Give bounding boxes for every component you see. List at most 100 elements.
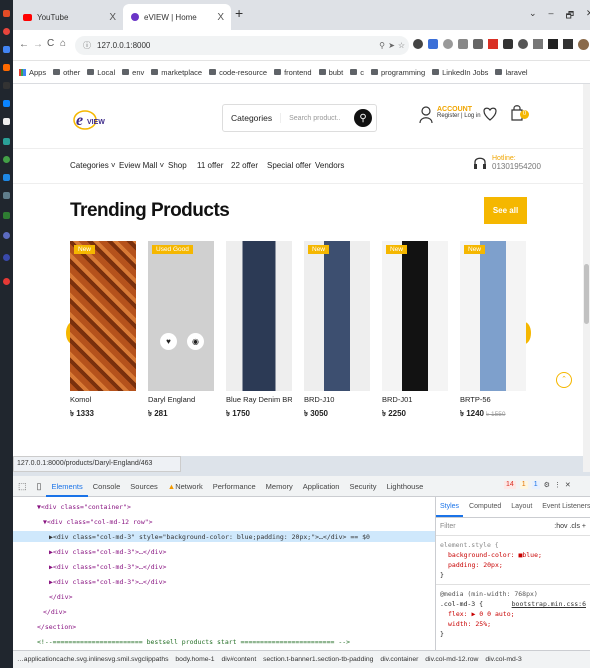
devtools-tab-elements[interactable]: Elements bbox=[46, 476, 88, 497]
add-to-wishlist-icon[interactable]: ♥ bbox=[160, 333, 177, 350]
share-icon[interactable]: ➤ bbox=[388, 36, 395, 55]
product-name[interactable]: Blue Ray Denim BRD-J... bbox=[226, 395, 292, 404]
product-name[interactable]: BRD-J10 bbox=[304, 395, 370, 404]
device-toolbar-icon[interactable]: ▯ bbox=[32, 476, 47, 497]
home-icon[interactable]: ⌂ bbox=[60, 38, 66, 49]
extension-icon[interactable] bbox=[488, 39, 498, 49]
product-card[interactable]: Blue Ray Denim BRD-J... ৳ 1750 bbox=[226, 241, 292, 421]
bookmark-star-icon[interactable]: ☆ bbox=[398, 36, 405, 55]
search-input[interactable]: Search product.. bbox=[281, 115, 354, 122]
devtools-menu-icon[interactable]: ⋮ bbox=[554, 481, 561, 489]
devtools-tab-sources[interactable]: Sources bbox=[125, 476, 163, 497]
style-property[interactable]: background-color: ■blue; bbox=[440, 550, 586, 560]
layout-tab[interactable]: Layout bbox=[507, 497, 536, 517]
dom-node[interactable]: ▶<div class="col-md-3">…</div> bbox=[49, 548, 166, 556]
styles-tab[interactable]: Styles bbox=[436, 497, 464, 517]
dom-node[interactable]: ▶<div class="col-md-3">…</div> bbox=[49, 578, 166, 586]
product-name[interactable]: BRTP-56 bbox=[460, 395, 526, 404]
extension-icon[interactable] bbox=[473, 39, 483, 49]
style-property[interactable]: padding: 20px; bbox=[440, 560, 586, 570]
scrollbar-thumb[interactable] bbox=[584, 264, 589, 324]
bookmark-apps[interactable]: Apps bbox=[19, 68, 46, 77]
app-icon[interactable] bbox=[3, 278, 10, 285]
warning-count-badge[interactable]: 1 bbox=[519, 481, 528, 489]
product-image[interactable]: Used Good ♥ ◉ bbox=[148, 241, 214, 391]
dom-node-selected[interactable]: ▶<div class="col-md-3" style="background… bbox=[49, 533, 370, 541]
settings-gear-icon[interactable]: ⚙ bbox=[544, 481, 550, 489]
nav-special-offer[interactable]: Special offer bbox=[267, 161, 311, 170]
search-button[interactable]: ⚲ bbox=[354, 109, 372, 127]
profile-avatar[interactable] bbox=[578, 39, 589, 50]
account-links[interactable]: Register | Log in bbox=[437, 113, 481, 119]
dom-node[interactable]: </div> bbox=[43, 608, 66, 616]
shield-icon[interactable] bbox=[458, 39, 468, 49]
nav-shop[interactable]: Shop bbox=[168, 161, 187, 170]
devtools-tab-console[interactable]: Console bbox=[88, 476, 126, 497]
error-count-badge[interactable]: 14 bbox=[504, 481, 516, 489]
devtools-tab-lighthouse[interactable]: Lighthouse bbox=[382, 476, 429, 497]
page-scrollbar[interactable] bbox=[583, 84, 590, 472]
bookmark-folder[interactable]: marketplace bbox=[151, 68, 202, 77]
app-icon[interactable] bbox=[3, 232, 10, 239]
extension-icon[interactable] bbox=[413, 39, 423, 49]
app-icon[interactable] bbox=[3, 138, 10, 145]
new-tab-button[interactable]: + bbox=[235, 5, 243, 21]
product-name[interactable]: Komol bbox=[70, 395, 136, 404]
quick-view-eye-icon[interactable]: ◉ bbox=[187, 333, 204, 350]
extension-icon[interactable] bbox=[443, 39, 453, 49]
vscode-icon[interactable] bbox=[3, 100, 10, 107]
devtools-tab-application[interactable]: Application bbox=[298, 476, 345, 497]
app-icon[interactable] bbox=[3, 82, 10, 89]
forward-icon[interactable]: → bbox=[33, 39, 43, 50]
nav-eview-mall[interactable]: Eview Mall ˅ bbox=[119, 161, 164, 170]
extension-icon[interactable] bbox=[428, 39, 438, 49]
product-image[interactable]: New bbox=[70, 241, 136, 391]
reload-icon[interactable]: C bbox=[47, 38, 54, 49]
nav-22-offer[interactable]: 22 offer bbox=[231, 161, 258, 170]
product-card[interactable]: New BRD-J10 ৳ 3050 bbox=[304, 241, 370, 421]
bookmark-folder[interactable]: Local bbox=[87, 68, 115, 77]
account-block[interactable]: ACCOUNT Register | Log in bbox=[419, 106, 481, 124]
bookmark-folder[interactable]: frontend bbox=[274, 68, 312, 77]
product-image[interactable]: New bbox=[460, 241, 526, 391]
address-bar[interactable]: ⓘ 127.0.0.1:8000 ⚲ ➤ ☆ bbox=[75, 36, 409, 55]
tab-eview[interactable]: eVIEW | Home X bbox=[123, 4, 231, 30]
file-icon[interactable] bbox=[3, 118, 10, 125]
bookmark-folder[interactable]: env bbox=[122, 68, 144, 77]
close-tab-icon[interactable]: X bbox=[109, 12, 116, 23]
product-image[interactable]: New bbox=[304, 241, 370, 391]
restore-button[interactable]: 🗗 bbox=[566, 8, 574, 24]
sidepanel-icon[interactable] bbox=[563, 39, 573, 49]
style-property[interactable]: flex: ▶ 0 0 auto; bbox=[440, 609, 586, 619]
extension-icon[interactable] bbox=[533, 39, 543, 49]
back-icon[interactable]: ← bbox=[19, 39, 29, 50]
product-card[interactable]: Used Good ♥ ◉ Daryl England ৳ 281 bbox=[148, 241, 214, 421]
bookmark-folder[interactable]: bubt bbox=[318, 68, 343, 77]
breadcrumb-item[interactable]: section.t-banner1.section-tb-padding bbox=[263, 656, 373, 663]
devtools-tab-network[interactable]: ▲Network bbox=[163, 476, 208, 497]
bookmark-folder[interactable]: laravel bbox=[495, 68, 528, 77]
product-card[interactable]: New Komol ৳ 1333 bbox=[70, 241, 136, 421]
product-card[interactable]: New BRD-J01 ৳ 2250 bbox=[382, 241, 448, 421]
app-icon[interactable] bbox=[3, 10, 10, 17]
dom-node[interactable]: </section> bbox=[37, 623, 76, 631]
window-close-button[interactable]: ✕ bbox=[586, 8, 590, 24]
bookmark-folder[interactable]: code-resource bbox=[209, 68, 267, 77]
styles-filter-input[interactable]: Filter bbox=[440, 523, 456, 530]
puzzle-icon[interactable] bbox=[548, 39, 558, 49]
styles-filter-tools[interactable]: :hov .cls + bbox=[554, 523, 586, 530]
app-icon[interactable] bbox=[3, 174, 10, 181]
dom-node[interactable]: ▶<div class="col-md-3">…</div> bbox=[49, 563, 166, 571]
devtools-tab-security[interactable]: Security bbox=[344, 476, 381, 497]
app-icon[interactable] bbox=[3, 192, 10, 199]
app-icon[interactable] bbox=[3, 64, 10, 71]
bookmark-folder[interactable]: LinkedIn Jobs bbox=[432, 68, 488, 77]
site-logo[interactable]: e VIEW bbox=[71, 104, 111, 134]
info-count-badge[interactable]: 1 bbox=[531, 481, 540, 489]
event-listeners-tab[interactable]: Event Listeners bbox=[538, 497, 590, 517]
breadcrumb-item-selected[interactable]: div.col-md-3 bbox=[485, 656, 522, 663]
scroll-top-button[interactable]: ⌃ bbox=[556, 372, 572, 388]
wishlist-heart-icon[interactable] bbox=[483, 106, 497, 122]
breadcrumb-item[interactable]: div#content bbox=[221, 656, 256, 663]
inspect-element-icon[interactable]: ⬚ bbox=[13, 476, 32, 497]
